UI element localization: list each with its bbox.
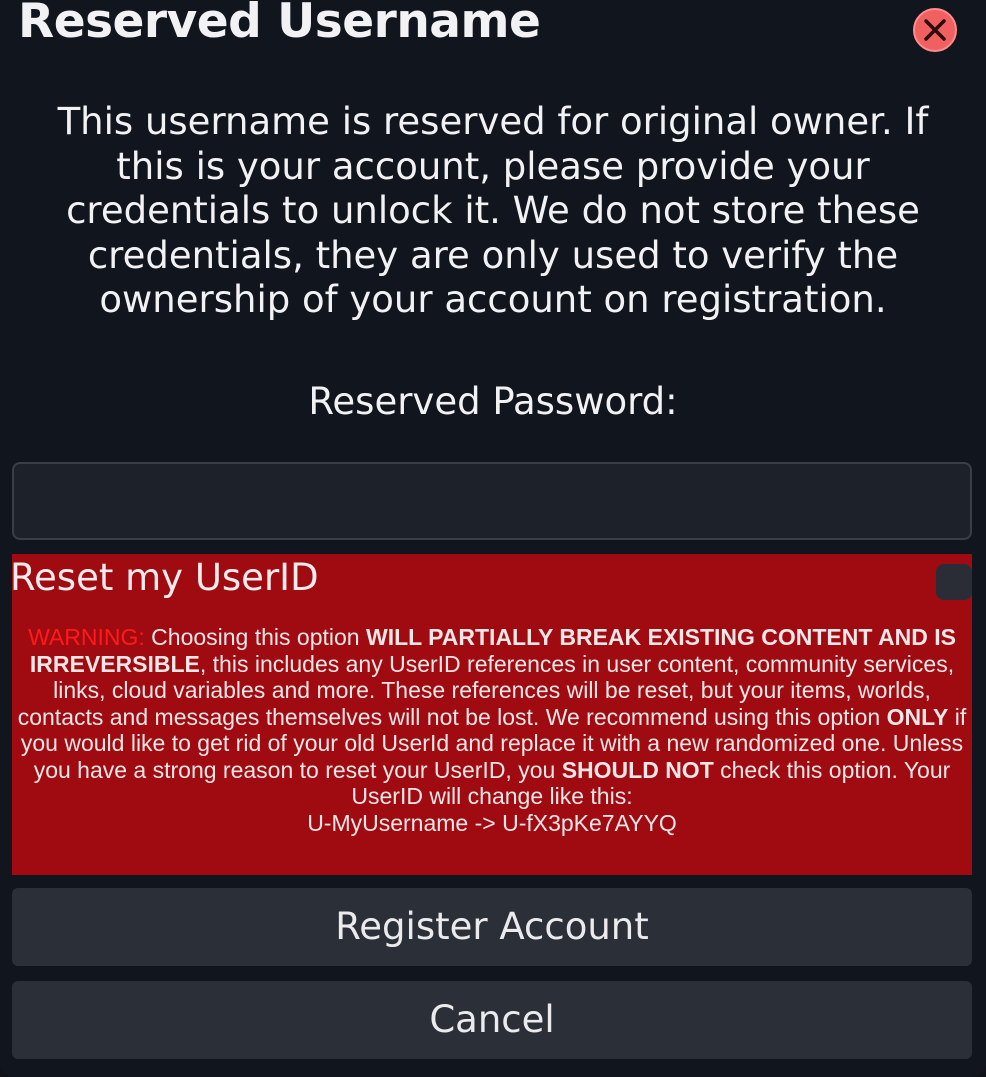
password-label: Reserved Password: [308,380,678,423]
userid-example: U-MyUsername -> U-fX3pKe7AYYQ [307,809,677,836]
close-button[interactable] [913,8,957,52]
reset-userid-label: Reset my UserID [10,556,319,599]
close-icon [924,19,946,41]
warning-emphasis: SHOULD NOT [561,756,714,783]
warning-text-part: Choosing this option [144,624,366,650]
dialog-title: Reserved Username [18,0,541,49]
intro-text: This username is reserved for original o… [57,100,929,321]
warning-emphasis: ONLY [886,703,949,730]
reset-userid-panel: Reset my UserID WARNING: Choosing this o… [10,554,972,875]
reset-warning-text: WARNING: Choosing this option WILL PARTI… [8,624,976,836]
password-input[interactable] [12,462,972,540]
register-account-button[interactable]: Register Account [12,888,972,966]
reserved-username-dialog: Reserved Username This username is reser… [0,0,986,1077]
warning-tag: WARNING: [28,624,145,650]
reset-userid-checkbox[interactable] [936,564,972,600]
cancel-button[interactable]: Cancel [12,981,972,1059]
